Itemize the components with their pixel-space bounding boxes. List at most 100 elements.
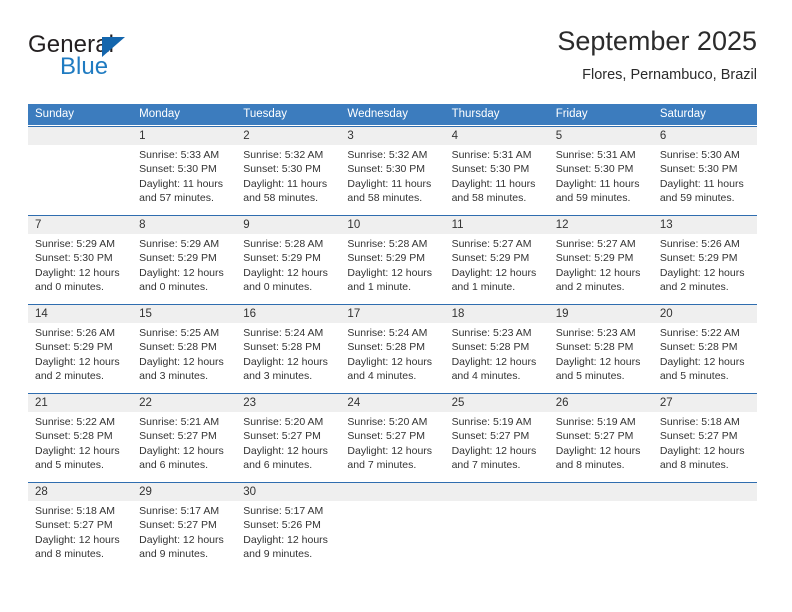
daylight-text-line2: and 8 minutes. xyxy=(659,459,729,472)
daylight-text-line2: and 6 minutes. xyxy=(243,459,313,472)
day-number[interactable]: 26 xyxy=(549,394,653,412)
day-number[interactable] xyxy=(549,483,653,501)
daylight-text-line2: and 8 minutes. xyxy=(35,548,104,561)
day-cell[interactable]: Sunrise: 5:32 AM Sunset: 5:30 PM Dayligh… xyxy=(340,145,444,214)
day-number[interactable]: 3 xyxy=(340,127,444,145)
daylight-text-line2: and 9 minutes. xyxy=(139,548,209,561)
day-cell[interactable] xyxy=(340,501,444,570)
day-cell[interactable]: Sunrise: 5:31 AM Sunset: 5:30 PM Dayligh… xyxy=(549,145,653,214)
sunset-text: Sunset: 5:27 PM xyxy=(243,430,321,443)
day-cell[interactable]: Sunrise: 5:23 AM Sunset: 5:28 PM Dayligh… xyxy=(549,323,653,392)
day-cell[interactable]: Sunrise: 5:20 AM Sunset: 5:27 PM Dayligh… xyxy=(236,412,340,481)
day-number[interactable]: 18 xyxy=(445,305,549,323)
daylight-text-line1: Daylight: 11 hours xyxy=(555,177,640,190)
day-number[interactable]: 16 xyxy=(236,305,340,323)
day-number[interactable]: 22 xyxy=(132,394,236,412)
day-cell[interactable]: Sunrise: 5:26 AM Sunset: 5:29 PM Dayligh… xyxy=(28,323,132,392)
day-cell[interactable]: Sunrise: 5:22 AM Sunset: 5:28 PM Dayligh… xyxy=(653,323,757,392)
week-day-cells: Sunrise: 5:18 AM Sunset: 5:27 PM Dayligh… xyxy=(28,501,757,570)
day-number[interactable]: 2 xyxy=(236,127,340,145)
day-cell[interactable]: Sunrise: 5:23 AM Sunset: 5:28 PM Dayligh… xyxy=(445,323,549,392)
day-cell[interactable]: Sunrise: 5:27 AM Sunset: 5:29 PM Dayligh… xyxy=(445,234,549,303)
day-number[interactable]: 27 xyxy=(653,394,757,412)
day-cell[interactable]: Sunrise: 5:29 AM Sunset: 5:30 PM Dayligh… xyxy=(28,234,132,303)
sunset-text: Sunset: 5:29 PM xyxy=(243,252,321,265)
daylight-text-line1: Daylight: 12 hours xyxy=(659,355,745,368)
day-number[interactable] xyxy=(28,127,132,145)
day-cell[interactable]: Sunrise: 5:28 AM Sunset: 5:29 PM Dayligh… xyxy=(236,234,340,303)
day-number[interactable]: 19 xyxy=(549,305,653,323)
day-cell[interactable]: Sunrise: 5:32 AM Sunset: 5:30 PM Dayligh… xyxy=(236,145,340,214)
day-number[interactable]: 12 xyxy=(549,216,653,234)
general-blue-logo[interactable]: General Blue xyxy=(28,32,208,88)
day-number[interactable]: 24 xyxy=(340,394,444,412)
daylight-text-line2: and 8 minutes. xyxy=(555,459,625,472)
sunset-text: Sunset: 5:27 PM xyxy=(555,430,634,443)
day-cell[interactable]: Sunrise: 5:18 AM Sunset: 5:27 PM Dayligh… xyxy=(653,412,757,481)
day-number[interactable]: 14 xyxy=(28,305,132,323)
daylight-text-line2: and 58 minutes. xyxy=(243,192,318,205)
day-number[interactable]: 30 xyxy=(236,483,340,501)
day-cell[interactable]: Sunrise: 5:25 AM Sunset: 5:28 PM Dayligh… xyxy=(132,323,236,392)
calendar-week-row: 28 29 30 Sunrise: 5:18 AM Sunset: 5:27 P… xyxy=(28,482,757,570)
day-number[interactable]: 20 xyxy=(653,305,757,323)
day-cell[interactable] xyxy=(28,145,132,214)
day-number[interactable]: 29 xyxy=(132,483,236,501)
daylight-text-line2: and 5 minutes. xyxy=(555,370,625,383)
daylight-text-line2: and 3 minutes. xyxy=(139,370,209,383)
day-number[interactable]: 17 xyxy=(340,305,444,323)
day-cell[interactable] xyxy=(549,501,653,570)
day-cell[interactable]: Sunrise: 5:33 AM Sunset: 5:30 PM Dayligh… xyxy=(132,145,236,214)
sunrise-text: Sunrise: 5:22 AM xyxy=(659,327,740,339)
calendar-page: General Blue September 2025 Flores, Pern… xyxy=(0,0,792,612)
daylight-text-line1: Daylight: 12 hours xyxy=(139,444,224,457)
day-number[interactable]: 11 xyxy=(445,216,549,234)
day-number[interactable]: 7 xyxy=(28,216,132,234)
daylight-text-line1: Daylight: 12 hours xyxy=(659,444,745,457)
daylight-text-line1: Daylight: 11 hours xyxy=(243,177,328,190)
day-cell[interactable]: Sunrise: 5:29 AM Sunset: 5:29 PM Dayligh… xyxy=(132,234,236,303)
day-cell[interactable]: Sunrise: 5:28 AM Sunset: 5:29 PM Dayligh… xyxy=(340,234,444,303)
day-number[interactable]: 8 xyxy=(132,216,236,234)
day-cell[interactable]: Sunrise: 5:20 AM Sunset: 5:27 PM Dayligh… xyxy=(340,412,444,481)
day-number[interactable]: 23 xyxy=(236,394,340,412)
day-number[interactable]: 15 xyxy=(132,305,236,323)
day-number[interactable]: 1 xyxy=(132,127,236,145)
sunrise-text: Sunrise: 5:21 AM xyxy=(139,416,220,428)
page-header: General Blue September 2025 Flores, Pern… xyxy=(28,24,757,98)
day-cell[interactable]: Sunrise: 5:24 AM Sunset: 5:28 PM Dayligh… xyxy=(340,323,444,392)
day-number[interactable] xyxy=(653,483,757,501)
day-cell[interactable]: Sunrise: 5:27 AM Sunset: 5:29 PM Dayligh… xyxy=(549,234,653,303)
sunset-text: Sunset: 5:29 PM xyxy=(35,341,113,354)
day-cell[interactable]: Sunrise: 5:26 AM Sunset: 5:29 PM Dayligh… xyxy=(653,234,757,303)
day-number[interactable] xyxy=(445,483,549,501)
day-cell[interactable]: Sunrise: 5:30 AM Sunset: 5:30 PM Dayligh… xyxy=(653,145,757,214)
week-day-numbers: 21 22 23 24 25 26 27 xyxy=(28,394,757,412)
day-number[interactable]: 13 xyxy=(653,216,757,234)
day-number[interactable]: 10 xyxy=(340,216,444,234)
daylight-text-line1: Daylight: 11 hours xyxy=(347,177,432,190)
day-number[interactable]: 5 xyxy=(549,127,653,145)
day-number[interactable]: 28 xyxy=(28,483,132,501)
day-number[interactable]: 25 xyxy=(445,394,549,412)
sunrise-text: Sunrise: 5:31 AM xyxy=(451,149,532,161)
day-cell[interactable]: Sunrise: 5:17 AM Sunset: 5:26 PM Dayligh… xyxy=(236,501,340,570)
day-cell[interactable]: Sunrise: 5:22 AM Sunset: 5:28 PM Dayligh… xyxy=(28,412,132,481)
day-cell[interactable]: Sunrise: 5:24 AM Sunset: 5:28 PM Dayligh… xyxy=(236,323,340,392)
day-cell[interactable] xyxy=(445,501,549,570)
day-cell[interactable]: Sunrise: 5:19 AM Sunset: 5:27 PM Dayligh… xyxy=(445,412,549,481)
day-cell[interactable] xyxy=(653,501,757,570)
day-cell[interactable]: Sunrise: 5:31 AM Sunset: 5:30 PM Dayligh… xyxy=(445,145,549,214)
day-number[interactable]: 9 xyxy=(236,216,340,234)
day-cell[interactable]: Sunrise: 5:17 AM Sunset: 5:27 PM Dayligh… xyxy=(132,501,236,570)
sunrise-text: Sunrise: 5:18 AM xyxy=(659,416,740,428)
title-block: September 2025 Flores, Pernambuco, Brazi… xyxy=(557,24,757,86)
day-number[interactable]: 4 xyxy=(445,127,549,145)
day-number[interactable]: 21 xyxy=(28,394,132,412)
day-cell[interactable]: Sunrise: 5:19 AM Sunset: 5:27 PM Dayligh… xyxy=(549,412,653,481)
sunset-text: Sunset: 5:28 PM xyxy=(347,341,426,354)
day-cell[interactable]: Sunrise: 5:18 AM Sunset: 5:27 PM Dayligh… xyxy=(28,501,132,570)
day-number[interactable] xyxy=(340,483,444,501)
day-cell[interactable]: Sunrise: 5:21 AM Sunset: 5:27 PM Dayligh… xyxy=(132,412,236,481)
day-number[interactable]: 6 xyxy=(653,127,757,145)
